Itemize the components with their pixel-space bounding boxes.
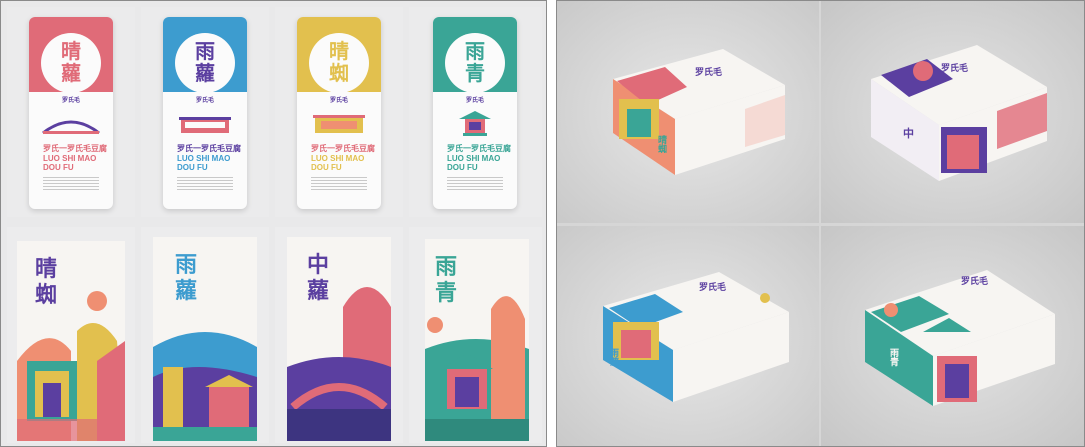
bridge-scene-illustration xyxy=(287,287,391,441)
pouch-pinyin-1: LUO SHI MAO xyxy=(447,154,501,163)
flat-box-card-2: 罗氏毛 中 xyxy=(821,1,1084,223)
box-side-glyph: 晴蜘 xyxy=(656,135,666,153)
pouch-4: 雨 青 罗氏毛 罗氏一罗氏毛豆腐 LUO SHI MAO DOU FU xyxy=(433,17,517,209)
pouch-1: 晴 蘿 罗氏毛 罗氏一罗氏毛豆腐 LUO SHI MAO DOU FU xyxy=(29,17,113,209)
flat-box-4: 罗氏毛 雨青 xyxy=(861,252,1057,408)
tall-box-card-1: 晴 蜘 xyxy=(7,227,135,443)
pavilion-scene-illustration xyxy=(425,296,529,441)
pouch-brand: 罗氏毛 xyxy=(329,97,348,104)
box-brand: 罗氏毛 xyxy=(941,64,969,74)
tall-box-3: 中 蘿 xyxy=(287,237,391,441)
box-side-glyph: 雨青 xyxy=(888,348,898,366)
pouch-row: 晴 蘿 罗氏毛 罗氏一罗氏毛豆腐 LUO SHI MAO DOU FU 雨 蘿 … xyxy=(1,1,546,223)
flat-box-card-4: 罗氏毛 雨青 xyxy=(821,226,1084,446)
box-brand: 罗氏毛 xyxy=(961,277,989,287)
pouch-brand: 罗氏毛 xyxy=(195,97,214,104)
pouch-glyph-bottom: 青 xyxy=(465,61,485,85)
plaque-icon xyxy=(313,115,365,135)
pouch-card-4: 雨 青 罗氏毛 罗氏一罗氏毛豆腐 LUO SHI MAO DOU FU xyxy=(409,7,542,217)
pouch-glyph-bottom: 蘿 xyxy=(195,61,215,85)
tall-box-card-2: 雨 蘿 xyxy=(141,227,269,443)
pouch-cn-name: 罗氏一罗氏毛豆腐 xyxy=(447,144,511,153)
box-side-glyph: 中 xyxy=(903,127,914,140)
right-panel: 罗氏毛 晴蜘 罗氏毛 中 罗氏毛 雨蘿 罗氏毛 雨青 xyxy=(556,0,1085,447)
tall-box-4: 雨 青 xyxy=(425,239,529,441)
flat-box-3: 罗氏毛 雨蘿 xyxy=(595,254,795,404)
pouch-fine-print xyxy=(177,177,233,191)
bridge-icon xyxy=(41,115,101,135)
flat-box-card-1: 罗氏毛 晴蜘 xyxy=(557,1,819,223)
tall-box-card-4: 雨 青 xyxy=(409,227,542,443)
pouch-brand: 罗氏毛 xyxy=(465,97,484,104)
pouch-glyph-bottom: 蜘 xyxy=(329,61,349,85)
flat-box-2: 罗氏毛 中 xyxy=(857,31,1055,183)
tall-box-2: 雨 蘿 xyxy=(153,237,257,441)
tall-box-card-3: 中 蘿 xyxy=(275,227,403,443)
box-brand: 罗氏毛 xyxy=(699,283,727,293)
box-illustration xyxy=(871,45,1047,181)
box-side-glyph: 雨蘿 xyxy=(608,348,618,366)
pouch-pinyin-2: DOU FU xyxy=(311,163,342,172)
pouch-fine-print xyxy=(311,177,367,191)
flat-box-1: 罗氏毛 晴蜘 xyxy=(595,35,791,175)
river-scene-illustration xyxy=(153,332,257,441)
pouch-pinyin-2: DOU FU xyxy=(43,163,74,172)
pouch-card-3: 晴 蜘 罗氏毛 罗氏一罗氏毛豆腐 LUO SHI MAO DOU FU xyxy=(275,7,403,217)
pouch-card-2: 雨 蘿 罗氏毛 罗氏一罗氏毛豆腐 LUO SHI MAO DOU FU xyxy=(141,7,269,217)
tall-box-1: 晴 蜘 xyxy=(17,241,125,441)
mountain-scene-illustration xyxy=(17,291,125,441)
tall-box-row: 晴 蜘 雨 蘿 中 蘿 雨 青 xyxy=(1,225,546,446)
pouch-cn-name: 罗氏一罗氏毛豆腐 xyxy=(43,144,107,153)
pavilion-icon xyxy=(459,111,491,137)
pouch-2: 雨 蘿 罗氏毛 罗氏一罗氏毛豆腐 LUO SHI MAO DOU FU xyxy=(163,17,247,209)
box-illustration xyxy=(603,272,789,402)
left-panel: 晴 蘿 罗氏毛 罗氏一罗氏毛豆腐 LUO SHI MAO DOU FU 雨 蘿 … xyxy=(0,0,547,447)
flat-box-card-3: 罗氏毛 雨蘿 xyxy=(557,226,819,446)
pouch-glyph-bottom: 蘿 xyxy=(61,61,81,85)
gate-icon xyxy=(175,117,235,135)
pouch-pinyin-2: DOU FU xyxy=(447,163,478,172)
pouch-card-1: 晴 蘿 罗氏毛 罗氏一罗氏毛豆腐 LUO SHI MAO DOU FU xyxy=(7,7,135,217)
pouch-pinyin-1: LUO SHI MAO xyxy=(43,154,97,163)
pouch-3: 晴 蜘 罗氏毛 罗氏一罗氏毛豆腐 LUO SHI MAO DOU FU xyxy=(297,17,381,209)
box-illustration xyxy=(865,270,1055,406)
pouch-fine-print xyxy=(447,177,503,191)
pouch-cn-name: 罗氏一罗氏毛豆腐 xyxy=(177,144,241,153)
box-brand: 罗氏毛 xyxy=(695,68,723,78)
pouch-fine-print xyxy=(43,177,99,191)
box-illustration xyxy=(613,49,785,175)
pouch-cn-name: 罗氏一罗氏毛豆腐 xyxy=(311,144,375,153)
pouch-brand: 罗氏毛 xyxy=(61,97,80,104)
pouch-pinyin-2: DOU FU xyxy=(177,163,208,172)
pouch-pinyin-1: LUO SHI MAO xyxy=(177,154,231,163)
pouch-pinyin-1: LUO SHI MAO xyxy=(311,154,365,163)
